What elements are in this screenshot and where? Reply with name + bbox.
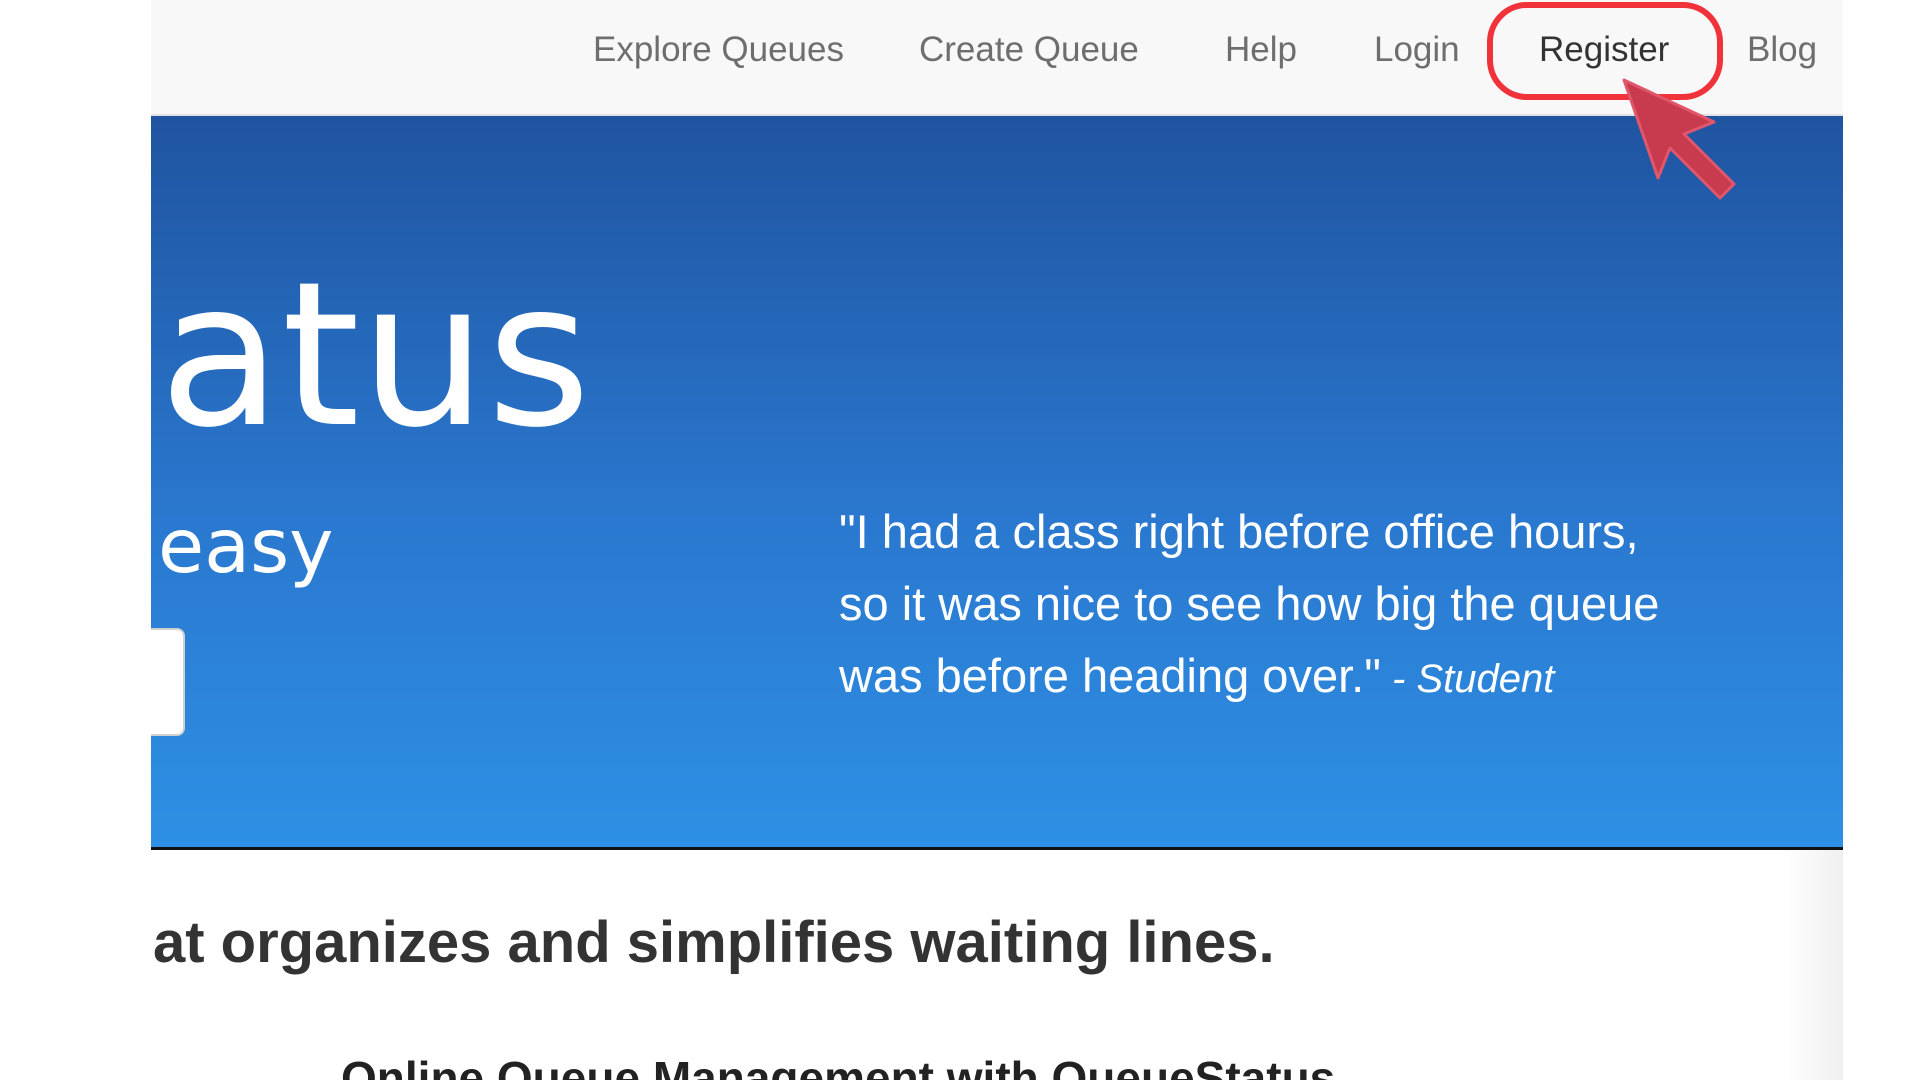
hero-banner: atus easy "I had a class right before of… [151,116,1843,850]
section-heading: Online Queue Management with QueueStatus [341,1052,1336,1080]
nav-blog-link[interactable]: Blog [1747,27,1817,73]
quote-line-2: so it was nice to see how big the queue [839,577,1660,630]
quote-line-3: was before heading over." - Student [839,640,1799,715]
quote-author: - Student [1380,657,1555,701]
tagline: at organizes and simplifies waiting line… [153,910,1275,975]
hero-subtitle: easy [158,502,334,590]
quote-line-3-text: was before heading over." [839,649,1381,702]
nav-login-link[interactable]: Login [1374,27,1460,73]
nav-explore-queues-link[interactable]: Explore Queues [593,27,844,73]
testimonial-quote: "I had a class right before office hours… [839,496,1799,715]
nav-help-link[interactable]: Help [1225,27,1297,73]
nav-register-link[interactable]: Register [1539,27,1669,73]
scroll-shadow [1783,850,1843,1080]
nav-create-queue-link[interactable]: Create Queue [919,27,1139,73]
top-navbar: Explore Queues Create Queue Help Login R… [151,0,1843,116]
quote-line-1: "I had a class right before office hours… [839,505,1639,558]
page: Explore Queues Create Queue Help Login R… [151,0,1843,1080]
hero-title: atus [159,239,591,472]
hero-cta-button[interactable] [151,628,185,736]
